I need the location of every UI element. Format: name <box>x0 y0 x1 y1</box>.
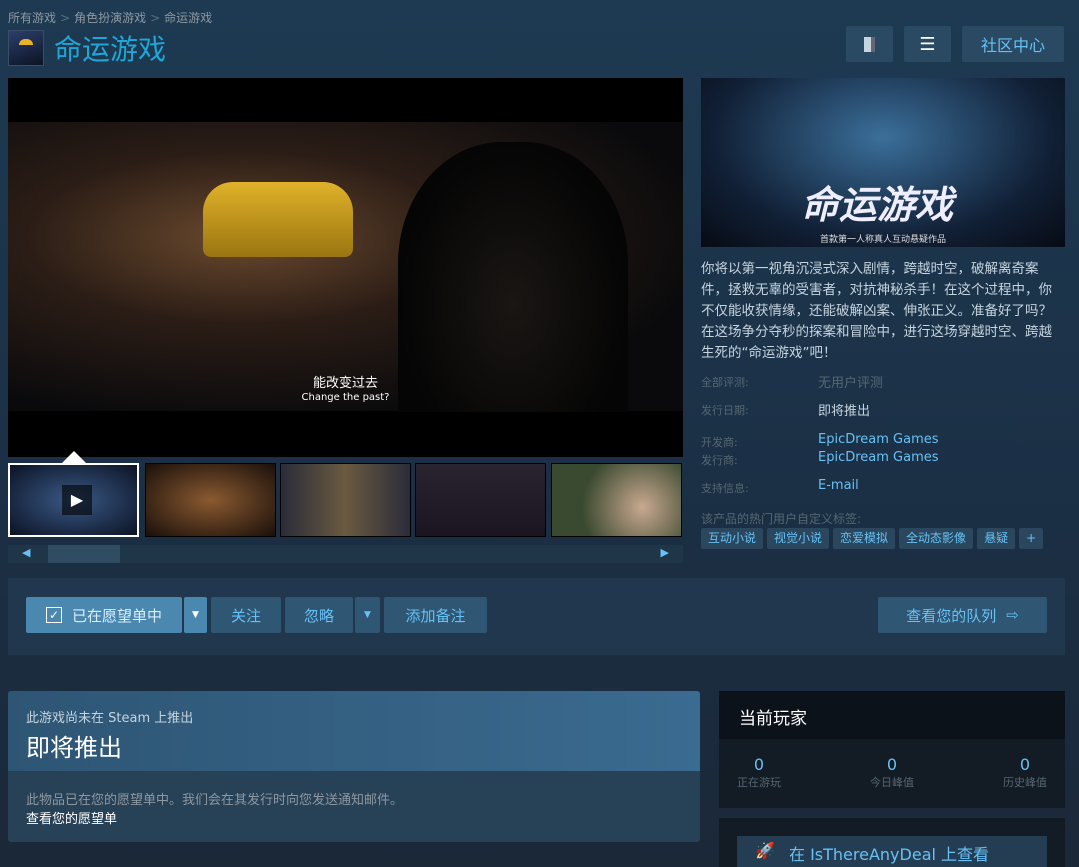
wishlist-label: 已在愿望单中 <box>71 606 162 625</box>
scroll-left-icon[interactable]: ◀ <box>22 546 30 559</box>
ignore-dropdown[interactable]: ▼ <box>355 597 380 633</box>
thumbnail-video[interactable]: ▶ <box>8 463 139 537</box>
current-players-panel: 当前玩家 0 正在游玩 0 今日峰值 0 历史峰值 <box>719 691 1065 808</box>
thumbnail-screenshot[interactable] <box>280 463 411 537</box>
subtitle-cn: 能改变过去 <box>312 376 378 391</box>
door-icon <box>864 36 875 52</box>
rocket-icon: 🚀 <box>755 841 775 860</box>
itad-button[interactable]: 🚀 在 IsThereAnyDeal 上查看 <box>737 836 1047 867</box>
follow-button[interactable]: 关注 <box>211 597 281 633</box>
chevron-down-icon: ▼ <box>364 610 371 620</box>
points-button[interactable]: ☰ <box>904 26 951 62</box>
wishlist-dropdown[interactable]: ▼ <box>184 597 207 633</box>
subtitle-en: Change the past? <box>301 392 390 403</box>
game-description: 你将以第一视角沉浸式深入剧情，跨越时空，破解离奇案件，拯救无辜的受害者，对抗神秘… <box>701 261 1052 361</box>
developer-label: 开发商: <box>701 436 738 449</box>
game-icon <box>8 30 44 66</box>
ignore-toggle-button[interactable] <box>846 26 893 62</box>
support-label: 支持信息: <box>701 482 749 495</box>
reviews-value: 无用户评测 <box>818 376 884 391</box>
support-email-link[interactable]: E-mail <box>818 478 859 493</box>
current-players-title: 当前玩家 <box>719 691 1065 739</box>
itad-panel: 🚀 在 IsThereAnyDeal 上查看 <box>719 818 1065 867</box>
video-player[interactable]: 能改变过去 Change the past? <box>8 78 683 457</box>
reviews-label: 全部评测: <box>701 376 749 389</box>
stat-value: 0 <box>1019 755 1031 774</box>
ignore-button[interactable]: 忽略 <box>285 597 353 633</box>
itad-label: 在 IsThereAnyDeal 上查看 <box>789 845 990 864</box>
add-tag-button[interactable]: + <box>1019 528 1044 549</box>
stat-label: 正在游玩 <box>737 776 781 789</box>
chevron-down-icon: ▼ <box>192 610 199 620</box>
release-date-value: 即将推出 <box>818 404 871 419</box>
tags-label: 该产品的热门用户自定义标签: <box>701 512 862 526</box>
selected-thumb-arrow <box>62 451 86 463</box>
thumbnail-screenshot[interactable] <box>145 463 276 537</box>
view-wishlist-link[interactable]: 查看您的愿望单 <box>8 808 700 827</box>
breadcrumb-link[interactable]: 角色扮演游戏 <box>74 11 146 25</box>
view-queue-label: 查看您的队列 <box>906 606 997 625</box>
view-queue-button[interactable]: 查看您的队列 ⇨ <box>878 597 1047 633</box>
coming-soon-note: 此游戏尚未在 Steam 上推出 <box>26 711 194 726</box>
tag[interactable]: 视觉小说 <box>767 528 830 549</box>
wishlist-button[interactable]: ✓ 已在愿望单中 <box>26 597 182 633</box>
stat-label: 今日峰值 <box>870 776 914 789</box>
header-capsule-image: 命运游戏 首款第一人称真人互动悬疑作品 <box>701 78 1065 247</box>
tag[interactable]: 互动小说 <box>701 528 764 549</box>
play-icon: ▶ <box>62 485 92 515</box>
capsule-tagline: 首款第一人称真人互动悬疑作品 <box>819 235 946 245</box>
breadcrumb-link[interactable]: 命运游戏 <box>164 11 212 25</box>
thumbnail-screenshot[interactable] <box>415 463 546 537</box>
stat-value: 0 <box>886 755 898 774</box>
publisher-label: 发行商: <box>701 454 738 467</box>
thumbnail-scrollbar[interactable]: ◀ ▶ <box>8 545 683 563</box>
coming-soon-title: 即将推出 <box>26 734 122 762</box>
tag[interactable]: 全动态影像 <box>899 528 974 549</box>
coming-soon-panel: 此游戏尚未在 Steam 上推出 即将推出 此物品已在您的愿望单中。我们会在其发… <box>8 691 700 842</box>
arrow-right-icon: ⇨ <box>1006 606 1019 624</box>
coins-icon: ☰ <box>919 33 936 55</box>
checkbox-icon: ✓ <box>45 607 62 623</box>
community-hub-button[interactable]: 社区中心 <box>962 26 1064 62</box>
tag[interactable]: 恋爱模拟 <box>833 528 896 549</box>
tag[interactable]: 悬疑 <box>977 528 1016 549</box>
scroll-right-icon[interactable]: ▶ <box>661 546 669 559</box>
thumbnail-screenshot[interactable] <box>551 463 682 537</box>
publisher-link[interactable]: EpicDream Games <box>818 450 939 465</box>
scroll-handle[interactable] <box>48 545 120 563</box>
tag-list: 互动小说 视觉小说 恋爱模拟 全动态影像 悬疑 + <box>701 528 1044 549</box>
coming-soon-body: 此物品已在您的愿望单中。我们会在其发行时向您发送通知邮件。 <box>26 793 404 808</box>
stat-value: 0 <box>753 755 765 774</box>
breadcrumb-link[interactable]: 所有游戏 <box>8 11 56 25</box>
stat-label: 历史峰值 <box>1003 776 1047 789</box>
developer-link[interactable]: EpicDream Games <box>818 432 939 447</box>
breadcrumb: 所有游戏 > 角色扮演游戏 > 命运游戏 <box>8 11 213 25</box>
capsule-logo: 命运游戏 <box>801 183 954 227</box>
page-title: 命运游戏 <box>54 33 167 66</box>
add-note-button[interactable]: 添加备注 <box>384 597 487 633</box>
release-date-label: 发行日期: <box>701 404 749 417</box>
